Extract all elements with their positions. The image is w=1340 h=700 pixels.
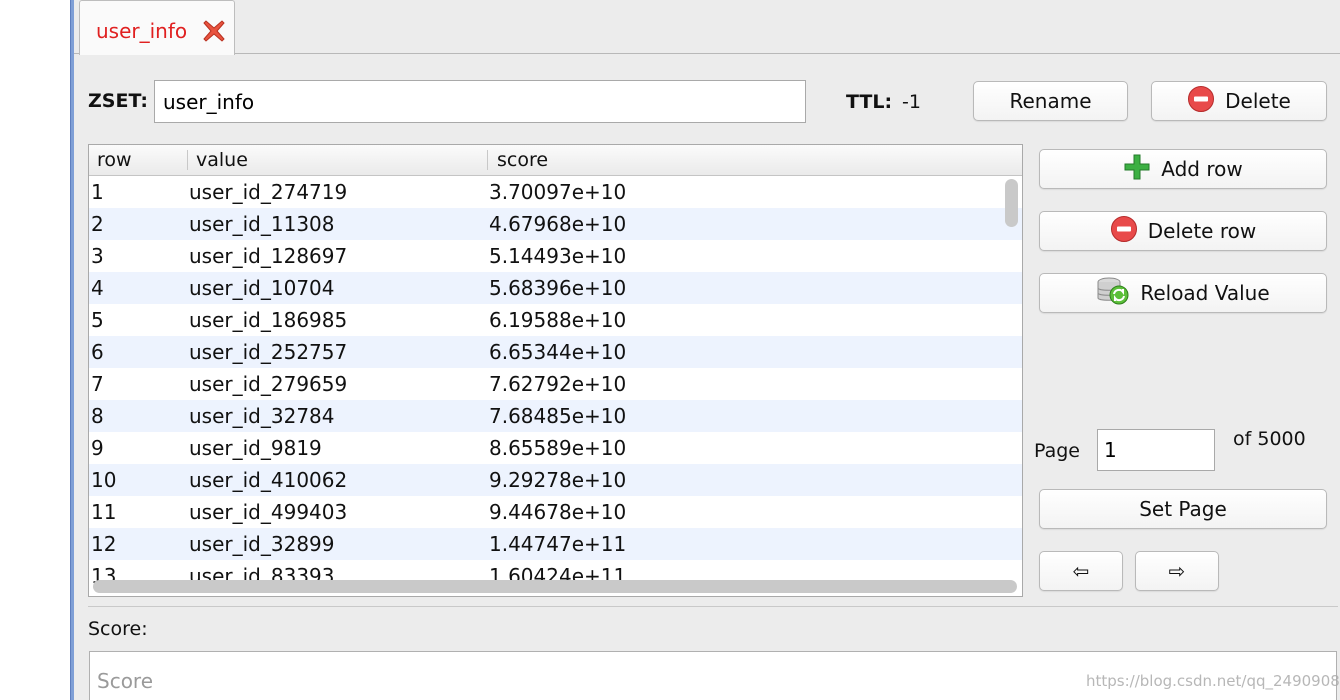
previous-page-button[interactable]: ⇦ [1039, 551, 1123, 591]
arrow-left-icon: ⇦ [1072, 559, 1090, 583]
table-row[interactable]: 5 user_id_186985 6.19588e+10 [89, 304, 1022, 336]
score-label: Score: [88, 618, 148, 640]
value-cell: user_id_10704 [189, 276, 335, 300]
rename-button[interactable]: Rename [973, 81, 1128, 121]
plus-icon [1123, 153, 1151, 186]
database-refresh-icon [1096, 276, 1130, 311]
table-row[interactable]: 2 user_id_11308 4.67968e+10 [89, 208, 1022, 240]
table-row[interactable]: 3 user_id_128697 5.14493e+10 [89, 240, 1022, 272]
row-number-cell: 8 [91, 404, 104, 428]
rename-button-label: Rename [1009, 89, 1092, 113]
score-cell: 6.19588e+10 [489, 308, 627, 332]
left-pane [0, 0, 70, 700]
table-row[interactable]: 6 user_id_252757 6.65344e+10 [89, 336, 1022, 368]
table-row[interactable]: 8 user_id_32784 7.68485e+10 [89, 400, 1022, 432]
delete-row-label: Delete row [1147, 219, 1257, 243]
minus-circle-icon [1110, 215, 1138, 248]
table-row[interactable]: 10 user_id_410062 9.29278e+10 [89, 464, 1022, 496]
row-number-cell: 1 [91, 180, 104, 204]
ttl-label: TTL: [846, 91, 893, 113]
value-cell: user_id_128697 [189, 244, 348, 268]
reload-value-button[interactable]: Reload Value [1039, 273, 1327, 313]
value-cell: user_id_252757 [189, 340, 348, 364]
score-cell: 7.62792e+10 [489, 372, 627, 396]
value-cell: user_id_499403 [189, 500, 348, 524]
vertical-scrollbar[interactable] [1005, 179, 1018, 227]
score-cell: 6.65344e+10 [489, 340, 627, 364]
score-cell: 1.44747e+11 [489, 532, 627, 556]
score-cell: 9.29278e+10 [489, 468, 627, 492]
score-cell: 7.68485e+10 [489, 404, 627, 428]
column-separator[interactable] [487, 150, 488, 170]
arrow-right-icon: ⇨ [1168, 559, 1186, 583]
row-number-cell: 10 [91, 468, 117, 492]
table-row[interactable]: 12 user_id_32899 1.44747e+11 [89, 528, 1022, 560]
row-number-cell: 3 [91, 244, 104, 268]
page-count: of 5000 [1233, 428, 1306, 450]
table-row[interactable]: 11 user_id_499403 9.44678e+10 [89, 496, 1022, 528]
value-cell: user_id_11308 [189, 212, 335, 236]
add-row-label: Add row [1161, 157, 1243, 181]
minus-circle-icon [1187, 85, 1215, 118]
set-page-button[interactable]: Set Page [1039, 489, 1327, 529]
row-number-cell: 2 [91, 212, 104, 236]
delete-button-label: Delete [1225, 89, 1291, 113]
score-cell: 4.67968e+10 [489, 212, 627, 236]
score-cell: 3.70097e+10 [489, 180, 627, 204]
page-number-input[interactable] [1097, 429, 1215, 471]
table-row[interactable]: 1 user_id_274719 3.70097e+10 [89, 176, 1022, 208]
watermark: https://blog.csdn.net/qq_24909089 [1086, 672, 1340, 690]
page-label: Page [1034, 440, 1080, 462]
column-header-score[interactable]: score [497, 148, 548, 173]
column-separator[interactable] [187, 150, 188, 170]
value-editor-panel: user_info ZSET: TTL: -1 Rename Dele [74, 0, 1340, 700]
divider [88, 606, 1338, 607]
row-number-cell: 4 [91, 276, 104, 300]
value-cell: user_id_274719 [189, 180, 348, 204]
redis-desktop-window: user_info ZSET: TTL: -1 Rename Dele [0, 0, 1340, 700]
table-row[interactable]: 7 user_id_279659 7.62792e+10 [89, 368, 1022, 400]
key-name-input[interactable] [154, 80, 806, 123]
column-header-row[interactable]: row [97, 148, 132, 173]
set-page-label: Set Page [1139, 497, 1227, 521]
score-cell: 5.14493e+10 [489, 244, 627, 268]
table-header: row value score [89, 145, 1022, 176]
table-row[interactable]: 9 user_id_9819 8.65589e+10 [89, 432, 1022, 464]
reload-value-label: Reload Value [1140, 281, 1270, 305]
score-cell: 5.68396e+10 [489, 276, 627, 300]
score-cell: 9.44678e+10 [489, 500, 627, 524]
horizontal-scrollbar[interactable] [93, 580, 1017, 593]
key-type-label: ZSET: [88, 90, 148, 112]
value-cell: user_id_9819 [189, 436, 322, 460]
ttl-value: -1 [902, 91, 921, 113]
table-row[interactable]: 4 user_id_10704 5.68396e+10 [89, 272, 1022, 304]
table-body: 1 user_id_274719 3.70097e+10 2 user_id_11308… [89, 176, 1022, 596]
delete-key-button[interactable]: Delete [1151, 81, 1327, 121]
tab-user-info[interactable]: user_info [79, 0, 235, 55]
row-number-cell: 11 [91, 500, 117, 524]
row-number-cell: 6 [91, 340, 104, 364]
score-cell: 8.65589e+10 [489, 436, 627, 460]
delete-row-button[interactable]: Delete row [1039, 211, 1327, 251]
value-cell: user_id_32784 [189, 404, 335, 428]
value-cell: user_id_410062 [189, 468, 348, 492]
row-number-cell: 12 [91, 532, 117, 556]
value-cell: user_id_32899 [189, 532, 335, 556]
add-row-button[interactable]: Add row [1039, 149, 1327, 189]
row-number-cell: 5 [91, 308, 104, 332]
value-cell: user_id_279659 [189, 372, 348, 396]
close-icon[interactable] [200, 17, 228, 45]
row-number-cell: 7 [91, 372, 104, 396]
zset-table: row value score 1 user_id_274719 3.70097e+… [88, 144, 1023, 597]
row-number-cell: 9 [91, 436, 104, 460]
value-cell: user_id_186985 [189, 308, 348, 332]
tab-bar: user_info [74, 0, 1340, 55]
tab-label: user_info [96, 19, 188, 43]
column-header-value[interactable]: value [196, 148, 248, 173]
next-page-button[interactable]: ⇨ [1135, 551, 1219, 591]
